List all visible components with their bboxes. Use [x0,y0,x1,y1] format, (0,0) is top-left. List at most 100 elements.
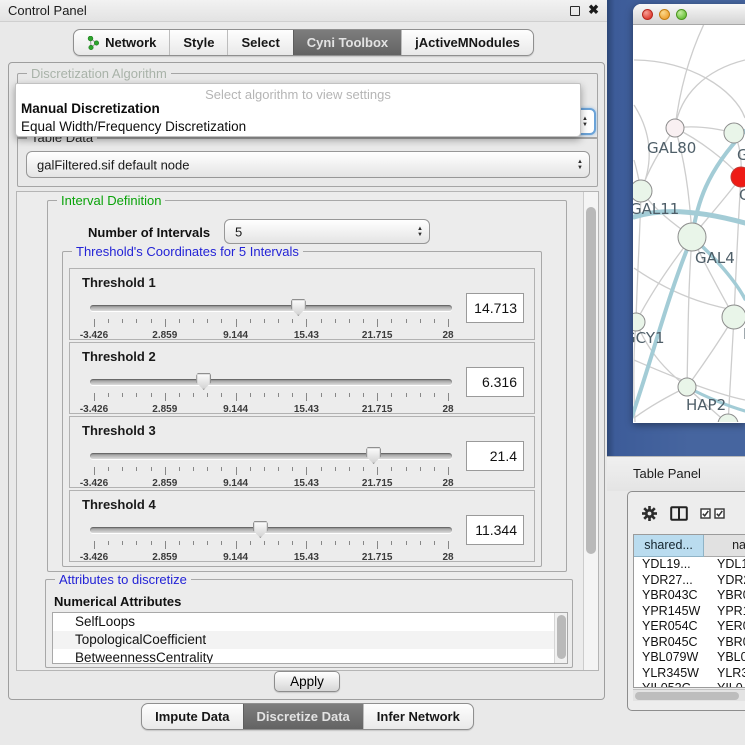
threshold-slider[interactable]: -3.4262.8599.14415.4321.71528 [90,297,452,339]
network-edge[interactable] [634,60,745,118]
network-edge[interactable] [687,237,692,387]
attribute-item[interactable]: SelfLoops [53,613,567,631]
minimize-button-icon[interactable] [659,9,670,20]
network-window[interactable]: GAL80GAGGAL11GAL4GCY1HHAP2 [633,4,745,423]
thresholds-group: Threshold's Coordinates for 5 Intervals … [62,251,542,567]
slider-thumb[interactable] [196,373,211,390]
attribute-item[interactable]: TopologicalCoefficient [53,631,567,649]
table-row[interactable]: YLR345WYLR3 [634,666,745,682]
cell-shared-name[interactable]: YBL079W [634,650,705,666]
cell-name[interactable]: YBL0 [705,650,745,666]
table-hscrollbar[interactable] [633,689,745,701]
cell-shared-name[interactable]: YBR043C [634,588,705,604]
table-data-combobox[interactable]: galFiltered.sif default node ▲▼ [26,151,590,178]
tab-jactivemnodules[interactable]: jActiveMNodules [401,30,533,55]
float-icon[interactable] [570,6,580,16]
table-hscrollbar-thumb[interactable] [635,692,739,700]
table-row[interactable]: YER054CYER0 [634,619,745,635]
zoom-button-icon[interactable] [676,9,687,20]
table-row[interactable]: YBL079WYBL0 [634,650,745,666]
numerical-attributes-list[interactable]: SelfLoopsTopologicalCoefficientBetweenne… [52,612,568,664]
column-header-name[interactable]: na [704,535,745,557]
slider-thumb[interactable] [253,521,268,538]
bottom-tab-infer-network[interactable]: Infer Network [363,704,473,729]
tab-label: Impute Data [155,709,229,724]
number-of-intervals-combobox[interactable]: 5 ▲▼ [224,219,430,244]
split-columns-icon[interactable] [670,506,688,521]
threshold-2-value-field[interactable] [466,367,524,397]
cell-name[interactable]: YIL0 [705,681,745,688]
threshold-3-value-field[interactable] [466,441,524,471]
threshold-slider[interactable]: -3.4262.8599.14415.4321.71528 [90,445,452,487]
list-scrollbar[interactable] [554,613,567,663]
network-edge[interactable] [675,60,745,128]
cell-shared-name[interactable]: YDR27... [634,573,705,589]
settings-scrollbar[interactable] [583,192,598,670]
tab-cyni-toolbox[interactable]: Cyni Toolbox [293,30,401,55]
cell-name[interactable]: YPR1 [705,604,745,620]
cell-shared-name[interactable]: YIL052C [634,681,705,688]
table-row[interactable]: YIL052CYIL0 [634,681,745,688]
apply-button[interactable]: Apply [274,671,340,692]
slider-track[interactable] [90,305,452,311]
cell-shared-name[interactable]: YBR045C [634,635,705,651]
checked-box-icon[interactable] [700,508,711,519]
tab-select[interactable]: Select [227,30,292,55]
column-header-shared-name[interactable]: shared... [634,535,704,557]
cell-shared-name[interactable]: YLR345W [634,666,705,682]
threshold-4-value-field[interactable] [466,515,524,545]
slider-track[interactable] [90,453,452,459]
table-row[interactable]: YPR145WYPR1 [634,604,745,620]
slider-thumb[interactable] [366,447,381,464]
table-row[interactable]: YDR27...YDR2 [634,573,745,589]
tab-group: NetworkStyleSelectCyni ToolboxjActiveMNo… [73,29,534,56]
table-row[interactable]: YBR045CYBR0 [634,635,745,651]
list-scrollbar-thumb[interactable] [557,615,566,659]
cell-name[interactable]: YLR3 [705,666,745,682]
network-node-gal80[interactable] [666,119,684,137]
network-canvas[interactable]: GAL80GAGGAL11GAL4GCY1HHAP2 [633,25,745,422]
threshold-slider[interactable]: -3.4262.8599.14415.4321.71528 [90,371,452,413]
threshold-slider[interactable]: -3.4262.8599.14415.4321.71528 [90,519,452,561]
network-node-gal4[interactable] [678,223,706,251]
cell-name[interactable]: YDL1 [705,557,745,573]
node-label: GAL4 [695,249,735,267]
network-node-gal11[interactable] [633,180,652,202]
cell-shared-name[interactable]: YPR145W [634,604,705,620]
network-graph: GAL80GAGGAL11GAL4GCY1HHAP2 [633,25,745,422]
checked-box-icon[interactable] [714,508,725,519]
algorithm-option[interactable]: Manual Discretization [21,101,577,116]
network-node-hap2[interactable] [678,378,696,396]
network-edge[interactable] [687,317,734,387]
close-icon[interactable]: ✖ [588,2,599,18]
gear-icon[interactable] [641,505,658,522]
threshold-1-value-field[interactable] [466,293,524,323]
network-node-ga[interactable] [724,123,744,143]
tab-label: Infer Network [377,709,460,724]
bottom-tab-impute-data[interactable]: Impute Data [142,704,242,729]
bottom-tab-discretize-data[interactable]: Discretize Data [243,704,363,729]
tab-network[interactable]: Network [74,30,169,55]
algorithm-option[interactable]: Equal Width/Frequency Discretization [21,119,577,134]
cell-name[interactable]: YER0 [705,619,745,635]
interval-definition-group: Interval Definition Number of Intervals … [47,200,567,572]
network-node[interactable] [718,414,738,422]
attribute-item[interactable]: BetweennessCentrality [53,649,567,664]
control-panel-titlebar: Control Panel ✖ [0,0,607,22]
network-node-h[interactable] [722,305,745,329]
table-row[interactable]: YBR043CYBR0 [634,588,745,604]
cell-name[interactable]: YBR0 [705,635,745,651]
cell-name[interactable]: YDR2 [705,573,745,589]
table-row[interactable]: YDL19...YDL1 [634,557,745,573]
cell-shared-name[interactable]: YDL19... [634,557,705,573]
network-edge[interactable] [636,237,692,322]
network-node-g[interactable] [731,167,745,187]
slider-track[interactable] [90,379,452,385]
close-button-icon[interactable] [642,9,653,20]
slider-track[interactable] [90,527,452,533]
settings-scrollbar-thumb[interactable] [586,207,596,554]
slider-thumb[interactable] [291,299,306,316]
cell-shared-name[interactable]: YER054C [634,619,705,635]
cell-name[interactable]: YBR0 [705,588,745,604]
tab-style[interactable]: Style [169,30,227,55]
